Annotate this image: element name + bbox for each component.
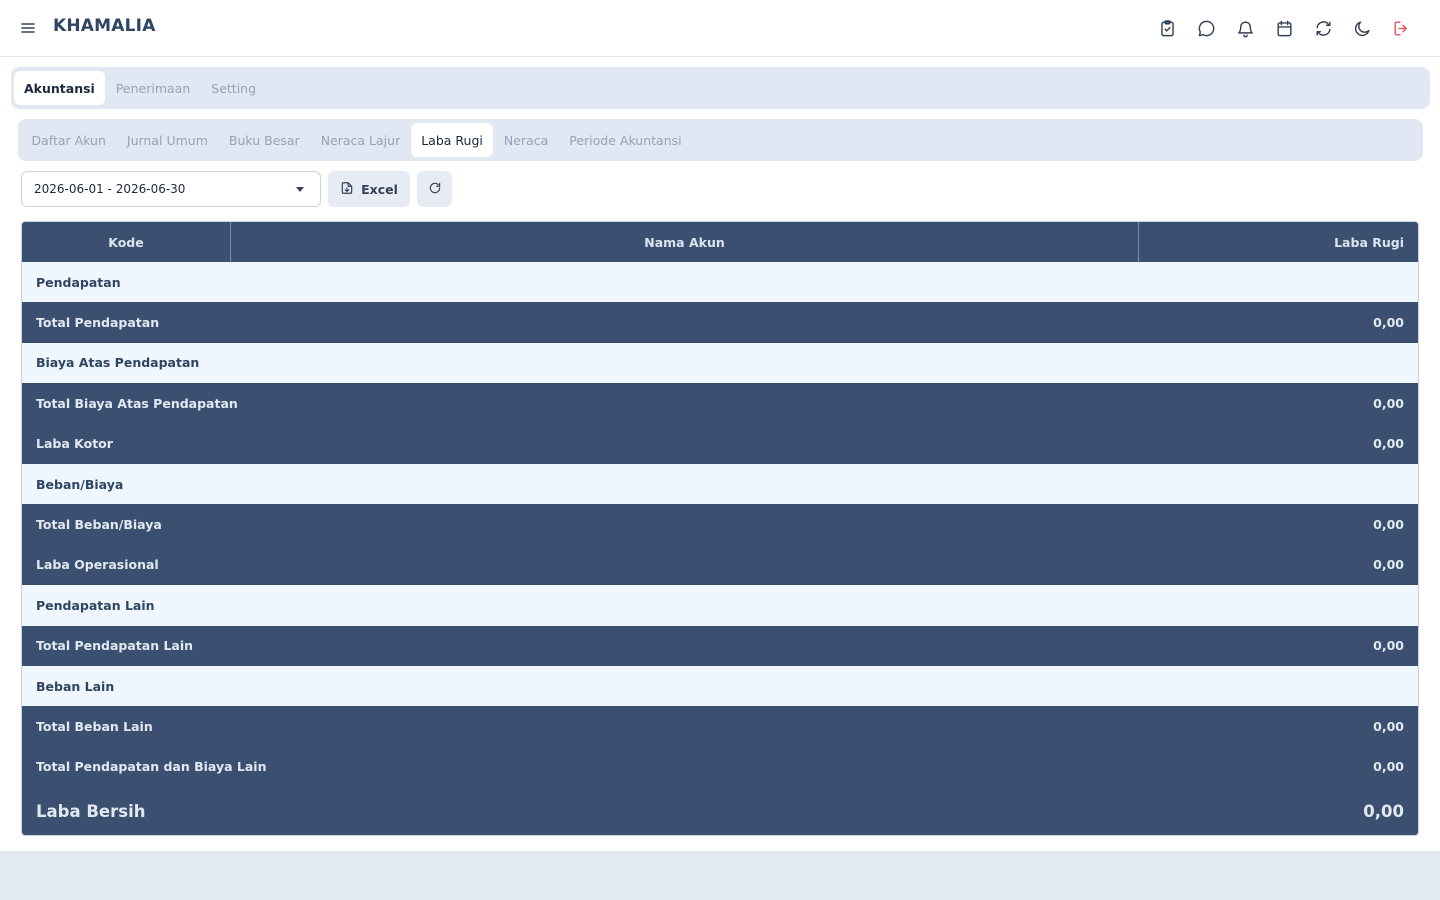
tab-buku-besar[interactable]: Buku Besar — [218, 123, 310, 157]
row-label: Beban Lain — [36, 678, 115, 694]
export-excel-button[interactable]: Excel — [328, 171, 410, 207]
total-row: Laba Kotor 0,00 — [22, 423, 1418, 464]
total-row: Total Pendapatan 0,00 — [22, 302, 1418, 343]
row-label: Laba Operasional — [36, 557, 159, 573]
main-tabs: Akuntansi Penerimaan Setting — [11, 67, 1430, 109]
row-value: 0,00 — [1373, 436, 1404, 452]
export-excel-label: Excel — [361, 181, 398, 197]
row-label: Laba Kotor — [36, 436, 113, 452]
section-row: Beban/Biaya — [22, 463, 1418, 505]
column-header-nama-akun: Nama Akun — [231, 222, 1139, 262]
sub-tabs: Daftar Akun Jurnal Umum Buku Besar Nerac… — [18, 119, 1423, 161]
sync-icon[interactable] — [1312, 17, 1334, 39]
row-value: 0,00 — [1373, 759, 1404, 775]
moon-icon[interactable] — [1351, 17, 1373, 39]
row-label: Biaya Atas Pendapatan — [36, 355, 200, 371]
row-label: Total Pendapatan Lain — [36, 638, 194, 654]
app-root: KHAMALIA Akuntansi Penerimaan Setting Da… — [0, 0, 1440, 851]
tab-neraca[interactable]: Neraca — [493, 123, 558, 157]
tab-laba-rugi[interactable]: Laba Rugi — [410, 123, 494, 157]
row-label: Pendapatan — [36, 274, 121, 290]
bell-icon[interactable] — [1234, 17, 1256, 39]
section-row: Biaya Atas Pendapatan — [22, 342, 1418, 384]
tab-jurnal-umum[interactable]: Jurnal Umum — [116, 123, 218, 157]
total-row: Total Beban/Biaya 0,00 — [22, 504, 1418, 545]
refresh-button[interactable] — [417, 171, 452, 207]
row-value: 0,00 — [1363, 801, 1404, 821]
chat-bubble-icon[interactable] — [1195, 17, 1217, 39]
refresh-icon — [428, 180, 442, 199]
row-label: Total Biaya Atas Pendapatan — [36, 395, 238, 411]
row-label: Total Beban/Biaya — [36, 517, 162, 533]
table-body: Pendapatan Total Pendapatan 0,00 Biaya Atas… — [22, 262, 1418, 836]
top-bar: KHAMALIA — [0, 0, 1440, 57]
tab-periode-akuntansi[interactable]: Periode Akuntansi — [559, 123, 692, 157]
section-row: Pendapatan — [22, 262, 1418, 303]
row-label: Pendapatan Lain — [36, 597, 155, 613]
file-export-icon — [340, 181, 354, 198]
top-actions — [1156, 17, 1412, 39]
net-profit-row: Laba Bersih 0,00 — [22, 787, 1418, 836]
row-value: 0,00 — [1373, 395, 1404, 411]
total-row: Total Pendapatan Lain 0,00 — [22, 625, 1418, 666]
calendar-icon[interactable] — [1273, 17, 1295, 39]
table-header: Kode Nama Akun Laba Rugi — [22, 222, 1418, 262]
row-value: 0,00 — [1373, 718, 1404, 734]
row-value: 0,00 — [1373, 517, 1404, 533]
row-label: Total Pendapatan — [36, 315, 160, 331]
total-row: Laba Operasional 0,00 — [22, 544, 1418, 586]
row-value: 0,00 — [1373, 315, 1404, 331]
hamburger-menu-icon[interactable] — [18, 18, 38, 38]
row-label: Laba Bersih — [36, 801, 146, 821]
app-brand: KHAMALIA — [53, 16, 156, 36]
section-row: Beban Lain — [22, 665, 1418, 707]
clipboard-check-icon[interactable] — [1156, 17, 1178, 39]
total-row: Total Beban Lain 0,00 — [22, 706, 1418, 747]
column-header-laba-rugi: Laba Rugi — [1334, 234, 1404, 250]
row-label: Total Beban Lain — [36, 718, 153, 734]
total-row: Total Pendapatan dan Biaya Lain 0,00 — [22, 746, 1418, 788]
tab-neraca-lajur[interactable]: Neraca Lajur — [310, 123, 411, 157]
tab-daftar-akun[interactable]: Daftar Akun — [21, 123, 116, 157]
logout-icon[interactable] — [1390, 17, 1412, 39]
date-range-value: 2026-06-01 - 2026-06-30 — [34, 182, 186, 196]
row-value: 0,00 — [1373, 638, 1404, 654]
row-label: Total Pendapatan dan Biaya Lain — [36, 759, 267, 775]
date-range-select[interactable]: 2026-06-01 - 2026-06-30 — [21, 171, 321, 207]
section-row: Pendapatan Lain — [22, 585, 1418, 626]
caret-down-icon — [296, 186, 304, 192]
total-row: Total Biaya Atas Pendapatan 0,00 — [22, 383, 1418, 424]
tab-akuntansi[interactable]: Akuntansi — [14, 71, 105, 105]
profit-loss-table: Kode Nama Akun Laba Rugi Pendapatan Total… — [21, 221, 1419, 837]
tab-setting[interactable]: Setting — [201, 71, 266, 105]
row-label: Beban/Biaya — [36, 476, 124, 492]
tab-penerimaan[interactable]: Penerimaan — [106, 71, 200, 105]
column-header-kode: Kode — [22, 222, 231, 262]
row-value: 0,00 — [1373, 557, 1404, 573]
